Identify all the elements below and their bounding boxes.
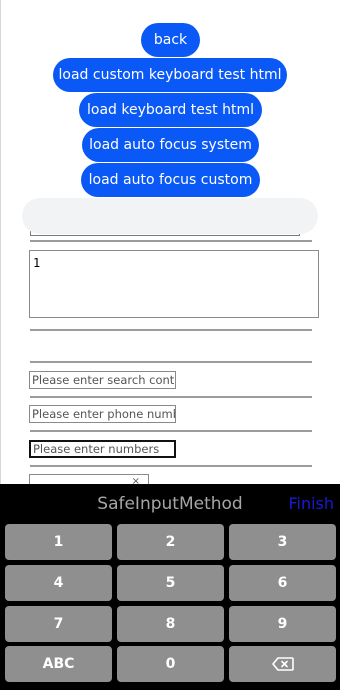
- key-7[interactable]: 7: [5, 606, 112, 642]
- load-keyboard-button[interactable]: load keyboard test html: [79, 93, 262, 127]
- backspace-key[interactable]: [229, 646, 336, 682]
- key-6[interactable]: 6: [229, 565, 336, 601]
- key-0[interactable]: 0: [117, 646, 224, 682]
- divider: [30, 430, 312, 432]
- key-9[interactable]: 9: [229, 606, 336, 642]
- load-custom-keyboard-button[interactable]: load custom keyboard test html: [53, 58, 287, 92]
- backspace-icon: [271, 657, 294, 671]
- key-8[interactable]: 8: [117, 606, 224, 642]
- safe-input-keyboard: SafeInputMethod Finish 1 2 3 4 5 6 7 8 9…: [0, 484, 340, 690]
- key-4[interactable]: 4: [5, 565, 112, 601]
- divider: [30, 361, 312, 363]
- divider: [30, 329, 312, 331]
- phone-input[interactable]: Please enter phone number: [29, 405, 176, 423]
- divider: [30, 396, 312, 398]
- divider: [30, 465, 312, 467]
- key-5[interactable]: 5: [117, 565, 224, 601]
- textarea-field[interactable]: 1: [29, 250, 319, 318]
- key-1[interactable]: 1: [5, 524, 112, 560]
- finish-button[interactable]: Finish: [288, 494, 334, 513]
- load-auto-focus-system-button[interactable]: load auto focus system: [82, 128, 259, 162]
- key-abc[interactable]: ABC: [5, 646, 112, 682]
- page-left-edge: [0, 0, 1, 484]
- key-3[interactable]: 3: [229, 524, 336, 560]
- back-button[interactable]: back: [141, 23, 200, 57]
- search-input[interactable]: Please enter search content: [29, 371, 176, 389]
- numbers-input[interactable]: Please enter numbers: [29, 440, 176, 458]
- rounded-text-input[interactable]: [22, 198, 318, 234]
- divider: [30, 240, 312, 242]
- key-2[interactable]: 2: [117, 524, 224, 560]
- load-auto-focus-custom-button[interactable]: load auto focus custom: [81, 163, 260, 197]
